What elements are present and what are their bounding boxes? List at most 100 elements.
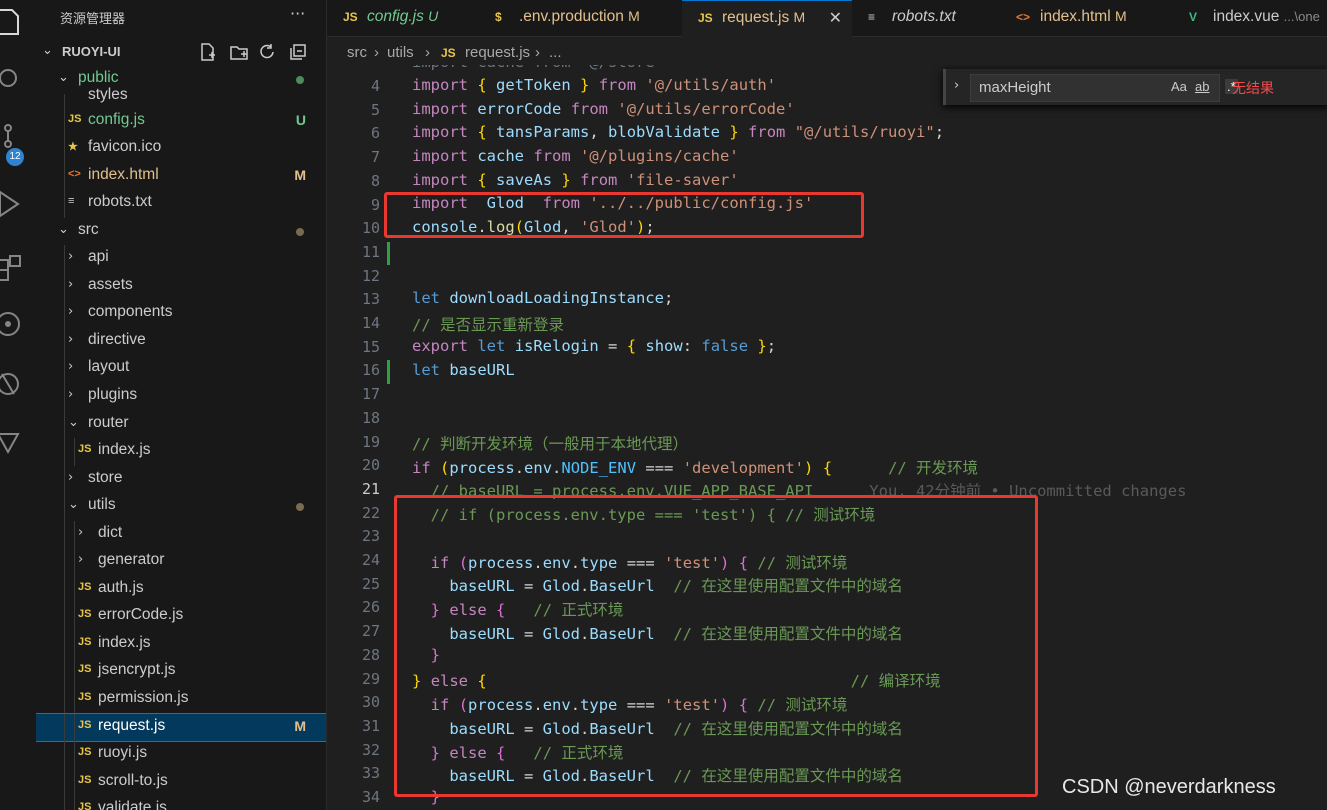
tree-item-api[interactable]: › api (36, 245, 326, 273)
close-icon[interactable]: ✕ (829, 8, 842, 27)
line-number: 24 (361, 551, 380, 569)
tree-item-plugins[interactable]: › plugins (36, 383, 326, 411)
tab-robots-txt[interactable]: ≡ robots.txt (852, 0, 1001, 36)
tree-item-auth-js[interactable]: JS auth.js (36, 575, 326, 604)
code-editor[interactable]: import cache from '@/store' 4 5 6 7 8 9 10 11 12… (327, 65, 1327, 810)
breadcrumb-file[interactable]: request.js (465, 44, 530, 61)
tree-item-index-js[interactable]: JS index.js (36, 630, 326, 659)
find-query: maxHeight (979, 79, 1051, 96)
tree-item-jsencrypt-js[interactable]: JS jsencrypt.js (36, 658, 326, 687)
run-debug-icon[interactable] (0, 186, 36, 230)
import-path: 'file-saver' (626, 171, 739, 189)
gitlens-icon[interactable] (0, 424, 36, 468)
js-file-icon: JS (78, 608, 92, 621)
find-input[interactable]: maxHeight Aa ab .* (970, 74, 1238, 102)
line-number: 25 (361, 574, 380, 593)
indent-guide (74, 603, 75, 631)
modified-dot-icon (296, 227, 304, 236)
new-file-icon[interactable] (199, 42, 219, 64)
chevron-right-icon[interactable]: › (954, 78, 959, 93)
new-folder-icon[interactable] (229, 42, 249, 64)
tree-item-label: assets (88, 275, 133, 293)
import-path: '@/plugins/cache' (580, 147, 739, 165)
tree-item-directive[interactable]: › directive (36, 327, 326, 356)
tree-item-layout[interactable]: › layout (36, 355, 326, 384)
js-file-icon: JS (78, 443, 92, 456)
tree-item-validate-js[interactable]: JS validate.js (36, 796, 326, 810)
tree-item-src[interactable]: ⌄ src (36, 218, 326, 246)
tree-item-favicon-ico[interactable]: ★ favicon.ico (36, 135, 326, 163)
indent-guide (74, 575, 75, 604)
search-icon[interactable] (0, 62, 36, 106)
code-line-4: import { getToken } from '@/utils/auth' (412, 76, 777, 94)
tab-config-js[interactable]: JS config.js U (327, 0, 480, 36)
tab-index-vue[interactable]: Vindex.vue ...\one (1173, 0, 1327, 36)
line-number: 26 (361, 598, 380, 617)
tree-item-styles[interactable]: styles (36, 86, 326, 108)
collapse-all-icon[interactable] (289, 42, 309, 64)
extensions-icon[interactable] (0, 248, 36, 292)
indent-guide (64, 93, 65, 108)
explorer-icon[interactable] (0, 6, 36, 50)
breadcrumb-symbols[interactable]: ... (549, 44, 562, 61)
line-number: 11 (361, 242, 380, 261)
chevron-right-icon: › (68, 359, 74, 375)
tree-item-utils[interactable]: ⌄ utils (36, 493, 326, 521)
tree-item-ruoyi-js[interactable]: JS ruoyi.js (36, 741, 326, 769)
line-number: 23 (361, 527, 380, 546)
tree-item-components[interactable]: › components (36, 300, 326, 328)
tree-item-scroll-to-js[interactable]: JS scroll-to.js (36, 768, 326, 797)
tree-item-permission-js[interactable]: JS permission.js (36, 686, 326, 714)
tree-item-request-js[interactable]: JS request.js M (36, 712, 326, 743)
chevron-right-icon: › (374, 44, 379, 61)
tab-status: M (793, 9, 806, 25)
match-case-toggle[interactable]: Aa (1171, 79, 1187, 94)
js-file-icon: JS (78, 718, 92, 731)
workspace-root[interactable]: ⌄ RUOYI-UI (36, 40, 326, 68)
tab-index-html[interactable]: <> index.html M (1000, 0, 1174, 36)
tree-item-router[interactable]: ⌄ router (36, 410, 326, 439)
text-file-icon: ≡ (868, 10, 876, 24)
refresh-icon[interactable] (259, 42, 279, 64)
tree-item-assets[interactable]: › assets (36, 272, 326, 301)
tree-item-label: ruoyi.js (98, 744, 148, 762)
remote-explorer-icon[interactable] (0, 364, 36, 408)
tree-item-config-js[interactable]: JS config.js U (36, 107, 326, 136)
tab-env-production[interactable]: $ .env.production M (479, 0, 683, 36)
tree-item-store[interactable]: › store (36, 465, 326, 494)
tree-item-robots-txt[interactable]: ≡ robots.txt (36, 190, 326, 218)
env-file-icon: $ (495, 10, 502, 24)
scm-badge: 12 (6, 148, 24, 166)
chevron-right-icon: › (68, 469, 74, 485)
more-actions-icon[interactable]: ··· (290, 4, 305, 23)
tree-item-generator[interactable]: › generator (36, 548, 326, 576)
git-graph-icon[interactable] (0, 306, 36, 350)
comment: // 判断开发环境（一般用于本地代理） (412, 435, 688, 453)
line-number: 21 (361, 479, 380, 498)
indent-guide (64, 190, 65, 218)
whole-word-toggle[interactable]: ab (1195, 79, 1209, 94)
tree-item-index-html[interactable]: <> index.html M (36, 162, 326, 191)
tree-item-label: favicon.ico (88, 138, 162, 156)
indent-guide (74, 686, 75, 714)
tab-request-js[interactable]: JS request.js M ✕ (682, 0, 853, 37)
find-result: 无结果 (1232, 80, 1274, 96)
tree-item-errorcode-js[interactable]: JS errorCode.js (36, 603, 326, 631)
workspace-root-label: RUOYI-UI (62, 44, 121, 59)
tree-item-public[interactable]: ⌄ public (36, 66, 326, 94)
highlight-box-import (384, 192, 864, 238)
line-number: 34 (361, 788, 380, 806)
indent-guide (74, 768, 75, 797)
indent-guide (74, 741, 75, 769)
breadcrumb-src[interactable]: src (347, 44, 367, 61)
tree-item-label: components (88, 303, 173, 321)
chevron-down-icon: ⌄ (58, 221, 69, 237)
js-file-icon: JS (78, 691, 92, 704)
indent-guide (64, 355, 65, 384)
tree-item-dict[interactable]: › dict (36, 520, 326, 549)
tree-item-index-js[interactable]: JS index.js (36, 438, 326, 466)
js-file-icon: JS (78, 635, 92, 648)
clipped-code-line: import cache from '@/store' (412, 65, 664, 71)
indent-guide (64, 686, 65, 714)
breadcrumb-utils[interactable]: utils (387, 44, 414, 61)
